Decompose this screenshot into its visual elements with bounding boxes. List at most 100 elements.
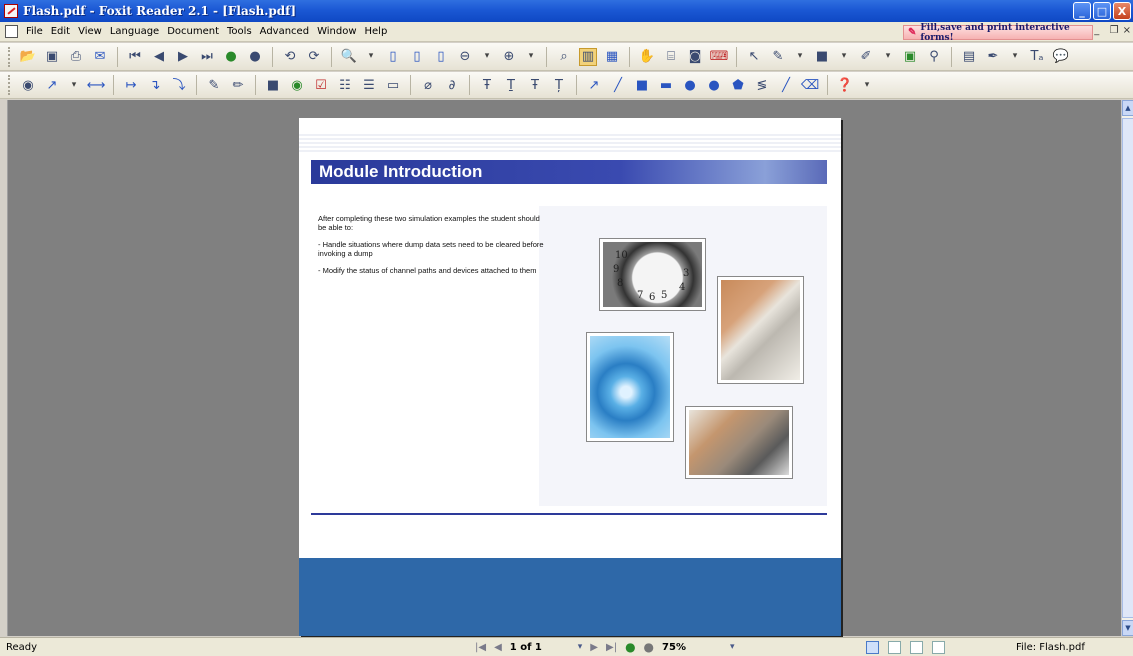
zoom-dropdown-icon[interactable]: ▾: [364, 48, 378, 66]
print-icon[interactable]: ⎙: [67, 48, 85, 66]
eraser-icon[interactable]: ⌫: [801, 76, 819, 94]
thumbnail-icon[interactable]: ▦: [603, 48, 621, 66]
select-annot-icon[interactable]: ↖: [745, 48, 763, 66]
note-dropdown-icon[interactable]: ▾: [793, 48, 807, 66]
document-menu-icon[interactable]: [5, 25, 18, 38]
continuous-view-button[interactable]: [888, 640, 901, 654]
page-number-field[interactable]: 1 of 1: [510, 642, 570, 653]
back-view-icon[interactable]: ●: [625, 640, 635, 654]
cloud-icon[interactable]: ≶: [753, 76, 771, 94]
last-page-icon[interactable]: ⏭: [198, 48, 216, 66]
erase-icon[interactable]: ✏: [229, 76, 247, 94]
toolbar-grip[interactable]: [8, 46, 11, 67]
comment-icon[interactable]: 💬: [1052, 48, 1070, 66]
textbox-icon[interactable]: ■: [264, 76, 282, 94]
maximize-button[interactable]: □: [1093, 2, 1111, 20]
scroll-down-icon[interactable]: ▼: [1122, 620, 1133, 636]
line-icon[interactable]: ╱: [609, 76, 627, 94]
search-icon[interactable]: ⚲: [925, 48, 943, 66]
menu-language[interactable]: Language: [106, 26, 163, 37]
next-page-button[interactable]: ▶: [590, 642, 598, 653]
rotate-left-icon[interactable]: ⟲: [281, 48, 299, 66]
continuous-facing-view-button[interactable]: [932, 640, 945, 654]
typewriter-icon[interactable]: ⌨: [710, 48, 729, 66]
bookmark-icon[interactable]: ▥: [579, 47, 597, 66]
pencil-dropdown-icon[interactable]: ▾: [881, 48, 895, 66]
link-icon[interactable]: ∂: [443, 76, 461, 94]
scroll-up-icon[interactable]: ▲: [1122, 100, 1133, 116]
note-icon[interactable]: ✎: [769, 48, 787, 66]
menu-file[interactable]: File: [22, 26, 47, 37]
prev-page-icon[interactable]: ◀: [150, 48, 168, 66]
foxit-app-icon[interactable]: [4, 4, 18, 18]
zoom-in-plus-icon[interactable]: ⊕: [500, 48, 518, 66]
vertical-scrollbar[interactable]: ▲ ▼: [1121, 100, 1133, 636]
button-icon[interactable]: ▭: [384, 76, 402, 94]
zoom-dropdown-icon[interactable]: ▾: [730, 642, 735, 652]
promo-banner[interactable]: ✎ Fill,save and print interactive forms!: [903, 23, 1093, 43]
help-icon[interactable]: ❓: [836, 76, 854, 94]
menu-advanced[interactable]: Advanced: [256, 26, 313, 37]
edit-icon[interactable]: ✎: [205, 76, 223, 94]
combo-icon[interactable]: ☰: [360, 76, 378, 94]
mdi-minimize-button[interactable]: _: [1094, 25, 1099, 36]
listbox-icon[interactable]: ☷: [336, 76, 354, 94]
prev-page-button[interactable]: ◀: [494, 642, 502, 653]
callout-icon[interactable]: ↦: [122, 76, 140, 94]
select-text-icon[interactable]: ⌸: [662, 48, 680, 66]
menu-help[interactable]: Help: [361, 26, 392, 37]
highlight-icon[interactable]: ✒: [984, 48, 1002, 66]
rotate-right-icon[interactable]: ⟳: [305, 48, 323, 66]
underline-icon[interactable]: Ṯ: [502, 76, 520, 94]
email-icon[interactable]: ✉: [91, 48, 109, 66]
zoom-out-dropdown-icon[interactable]: ▾: [480, 48, 494, 66]
hand-icon[interactable]: ✋: [638, 48, 656, 66]
continuous-icon[interactable]: ▯: [408, 48, 426, 66]
text-tool-icon[interactable]: Tₐ: [1028, 48, 1046, 66]
zoom-in-icon[interactable]: 🔍: [340, 48, 358, 66]
ellipse-icon[interactable]: ●: [705, 76, 723, 94]
rectangle-dropdown-icon[interactable]: ▾: [837, 48, 851, 66]
close-button[interactable]: X: [1113, 2, 1131, 20]
rectangle-icon[interactable]: ■: [813, 48, 831, 66]
save-icon[interactable]: ▣: [43, 48, 61, 66]
facing-view-button[interactable]: [910, 640, 923, 654]
menu-edit[interactable]: Edit: [47, 26, 74, 37]
find-icon[interactable]: ⌕: [555, 48, 573, 66]
rect-fill-icon[interactable]: ▬: [657, 76, 675, 94]
polyline-icon[interactable]: ↴: [146, 76, 164, 94]
scroll-thumb[interactable]: [1122, 118, 1133, 618]
arrow-icon[interactable]: ↗: [43, 76, 61, 94]
menu-document[interactable]: Document: [163, 26, 223, 37]
circle-icon[interactable]: ●: [681, 76, 699, 94]
menu-tools[interactable]: Tools: [223, 26, 256, 37]
zoom-out-icon[interactable]: ⊖: [456, 48, 474, 66]
navigation-panel-edge[interactable]: [0, 100, 8, 636]
forward-view-icon[interactable]: ●: [644, 640, 654, 654]
squiggly-icon[interactable]: Ț: [550, 76, 568, 94]
next-page-icon[interactable]: ▶: [174, 48, 192, 66]
strikeout-icon[interactable]: ⤵: [170, 76, 188, 94]
form-icon[interactable]: ▤: [960, 48, 978, 66]
highlight-dropdown-icon[interactable]: ▾: [1008, 48, 1022, 66]
image-icon[interactable]: ▣: [901, 48, 919, 66]
menu-view[interactable]: View: [74, 26, 106, 37]
snapshot-icon[interactable]: ◙: [686, 48, 704, 66]
checkbox-icon[interactable]: ☑: [312, 76, 330, 94]
single-page-view-button[interactable]: [866, 640, 879, 654]
attach-icon[interactable]: ⌀: [419, 76, 437, 94]
minimize-button[interactable]: _: [1073, 2, 1091, 20]
distance-icon[interactable]: ⟷: [87, 76, 106, 94]
arrow-dropdown-icon[interactable]: ▾: [67, 76, 81, 94]
page-dropdown-icon[interactable]: ▾: [578, 642, 583, 652]
go-forward-icon[interactable]: ●: [246, 48, 264, 66]
square-icon[interactable]: ■: [633, 76, 651, 94]
pencil-draw-icon[interactable]: ╱: [777, 76, 795, 94]
first-page-icon[interactable]: ⏮: [126, 48, 144, 66]
last-page-button[interactable]: ▶|: [606, 642, 617, 653]
line-arrow-icon[interactable]: ↗: [585, 76, 603, 94]
toolbar-grip[interactable]: [8, 75, 11, 95]
mdi-close-button[interactable]: ×: [1123, 25, 1131, 36]
strike-text-icon[interactable]: Ŧ: [526, 76, 544, 94]
polygon-icon[interactable]: ⬟: [729, 76, 747, 94]
